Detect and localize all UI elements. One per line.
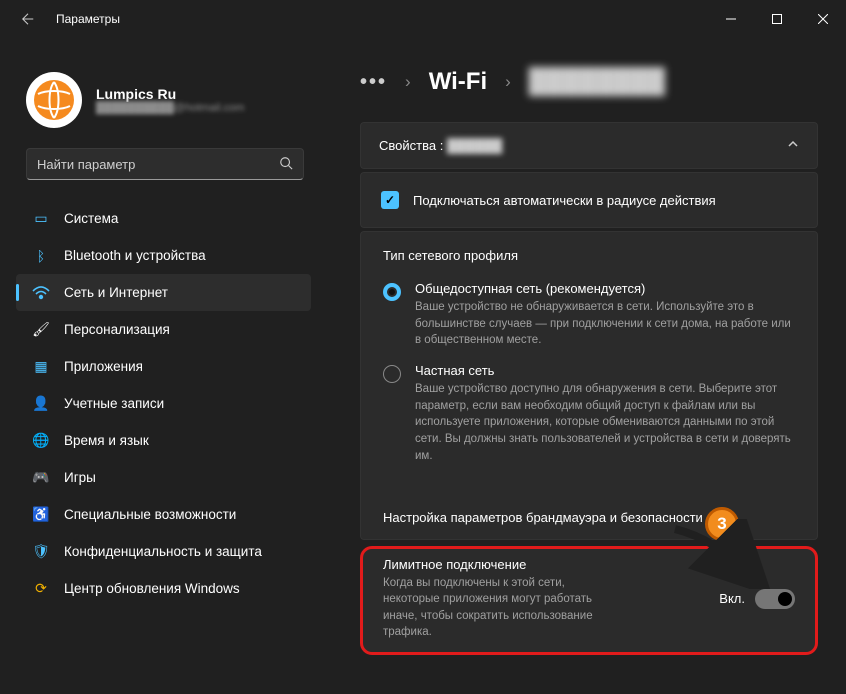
- user-icon: 👤: [32, 395, 50, 413]
- annotation-arrow-icon: [655, 519, 775, 589]
- refresh-icon: ⟳: [32, 580, 50, 598]
- radio-icon[interactable]: [383, 365, 401, 383]
- chevron-right-icon: ›: [405, 72, 411, 92]
- sidebar-item-privacy[interactable]: 🛡Конфиденциальность и защита: [16, 533, 311, 570]
- maximize-button[interactable]: [754, 0, 800, 38]
- metered-desc: Когда вы подключены к этой сети, некотор…: [383, 575, 623, 639]
- sidebar-item-accounts[interactable]: 👤Учетные записи: [16, 385, 311, 422]
- gamepad-icon: 🎮: [32, 469, 50, 487]
- accessibility-icon: ♿: [32, 506, 50, 524]
- window-title: Параметры: [56, 12, 120, 26]
- globe-icon: 🌐: [32, 432, 50, 450]
- minimize-button[interactable]: [708, 0, 754, 38]
- search-placeholder: Найти параметр: [37, 157, 279, 172]
- back-button[interactable]: [14, 5, 42, 33]
- wifi-icon: [32, 284, 50, 302]
- toggle-switch[interactable]: [755, 589, 795, 609]
- shield-icon: 🛡: [32, 543, 50, 561]
- radio-selected-icon[interactable]: [383, 283, 401, 301]
- breadcrumb-wifi[interactable]: Wi-Fi: [429, 68, 487, 96]
- brush-icon: 🖌: [32, 321, 50, 339]
- sidebar-item-accessibility[interactable]: ♿Специальные возможности: [16, 496, 311, 533]
- metered-connection-row[interactable]: Лимитное подключение Когда вы подключены…: [360, 546, 818, 654]
- autoconnect-row[interactable]: ✓ Подключаться автоматически в радиусе д…: [361, 173, 817, 227]
- search-icon: [279, 156, 293, 173]
- sidebar-item-bluetooth[interactable]: ᛒBluetooth и устройства: [16, 237, 311, 274]
- display-icon: ▭: [32, 210, 50, 228]
- sidebar-item-update[interactable]: ⟳Центр обновления Windows: [16, 570, 311, 607]
- radio-private[interactable]: Частная сеть Ваше устройство доступно дл…: [383, 363, 795, 464]
- sidebar-item-system[interactable]: ▭Система: [16, 200, 311, 237]
- checkbox-checked-icon[interactable]: ✓: [381, 191, 399, 209]
- radio-public[interactable]: Общедоступная сеть (рекомендуется) Ваше …: [383, 281, 795, 349]
- sidebar-item-gaming[interactable]: 🎮Игры: [16, 459, 311, 496]
- sidebar-item-apps[interactable]: ▦Приложения: [16, 348, 311, 385]
- metered-title: Лимитное подключение: [383, 557, 623, 572]
- ellipsis-icon[interactable]: •••: [360, 72, 387, 92]
- close-button[interactable]: [800, 0, 846, 38]
- avatar: [26, 72, 82, 128]
- sidebar-item-network[interactable]: Сеть и Интернет: [16, 274, 311, 311]
- apps-icon: ▦: [32, 358, 50, 376]
- network-profile-title: Тип сетевого профиля: [383, 248, 795, 263]
- properties-header[interactable]: Свойства : ██████: [361, 123, 817, 168]
- chevron-up-icon: [787, 138, 799, 153]
- user-email: ██████████@hotmail.com: [96, 102, 244, 114]
- breadcrumb-network: ████████: [529, 68, 665, 96]
- sidebar-item-personalization[interactable]: 🖌Персонализация: [16, 311, 311, 348]
- metered-state: Вкл.: [719, 591, 745, 606]
- search-input[interactable]: Найти параметр: [26, 148, 304, 180]
- user-profile[interactable]: Lumpics Ru ██████████@hotmail.com: [26, 72, 310, 128]
- user-name: Lumpics Ru: [96, 86, 244, 102]
- chevron-right-icon: ›: [505, 72, 511, 92]
- bluetooth-icon: ᛒ: [32, 247, 50, 265]
- sidebar-item-time[interactable]: 🌐Время и язык: [16, 422, 311, 459]
- breadcrumb: ••• › Wi-Fi › ████████: [360, 68, 818, 96]
